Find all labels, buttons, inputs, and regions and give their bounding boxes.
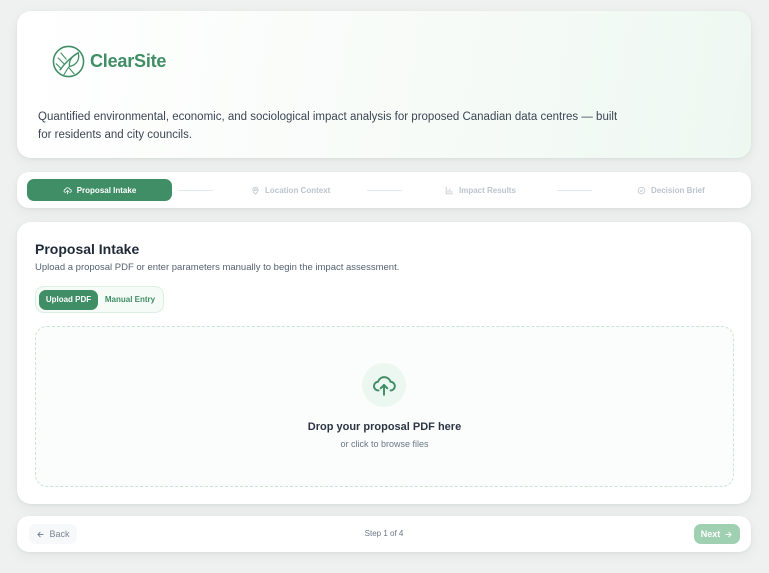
- leaf-globe-logo-icon: [52, 45, 85, 78]
- input-mode-toggle: Upload PDF Manual Entry: [35, 286, 164, 313]
- upload-cloud-icon: [63, 186, 72, 194]
- arrow-right-icon: [725, 531, 732, 537]
- pdf-dropzone[interactable]: Drop your proposal PDF here or click to …: [35, 326, 734, 487]
- step-location-context[interactable]: Location Context: [251, 179, 330, 201]
- section-subtitle: Upload a proposal PDF or enter parameter…: [35, 262, 400, 273]
- step-counter: Step 1 of 4: [364, 529, 404, 538]
- bar-chart-icon: [445, 186, 454, 194]
- step-decision-brief[interactable]: Decision Brief: [637, 179, 705, 201]
- brand-name: ClearSite: [90, 51, 167, 71]
- next-label: Next: [700, 529, 721, 539]
- upload-cloud-icon: [373, 376, 396, 396]
- brand-logo: ClearSite: [51, 44, 166, 79]
- step-label: Location Context: [265, 185, 331, 195]
- step-label: Impact Results: [459, 185, 516, 195]
- upload-icon-badge: [362, 363, 406, 407]
- step-connector: [178, 189, 213, 191]
- check-circle-icon: [637, 186, 646, 194]
- map-pin-icon: [252, 186, 259, 195]
- proposal-intake-card: Proposal Intake Upload a proposal PDF or…: [17, 222, 751, 504]
- wizard-footer: Back Step 1 of 4 Next: [17, 516, 751, 552]
- step-label: Decision Brief: [651, 185, 705, 195]
- dropzone-subtitle: or click to browse files: [340, 439, 429, 449]
- header-card: ClearSite Quantified environmental, econ…: [17, 11, 751, 158]
- tagline: Quantified environmental, economic, and …: [38, 111, 618, 141]
- step-proposal-intake[interactable]: Proposal Intake: [27, 179, 172, 201]
- dropzone-title: Drop your proposal PDF here: [307, 421, 462, 433]
- section-title: Proposal Intake: [35, 241, 140, 257]
- step-connector: [367, 189, 402, 191]
- step-connector: [557, 189, 592, 191]
- step-label: Proposal Intake: [76, 185, 137, 195]
- tab-upload-pdf[interactable]: Upload PDF: [39, 290, 98, 310]
- next-button[interactable]: Next: [694, 524, 740, 544]
- tab-manual-entry[interactable]: Manual Entry: [100, 290, 160, 310]
- progress-stepper: Proposal Intake Location Context Impact …: [17, 172, 751, 208]
- step-impact-results[interactable]: Impact Results: [445, 179, 516, 201]
